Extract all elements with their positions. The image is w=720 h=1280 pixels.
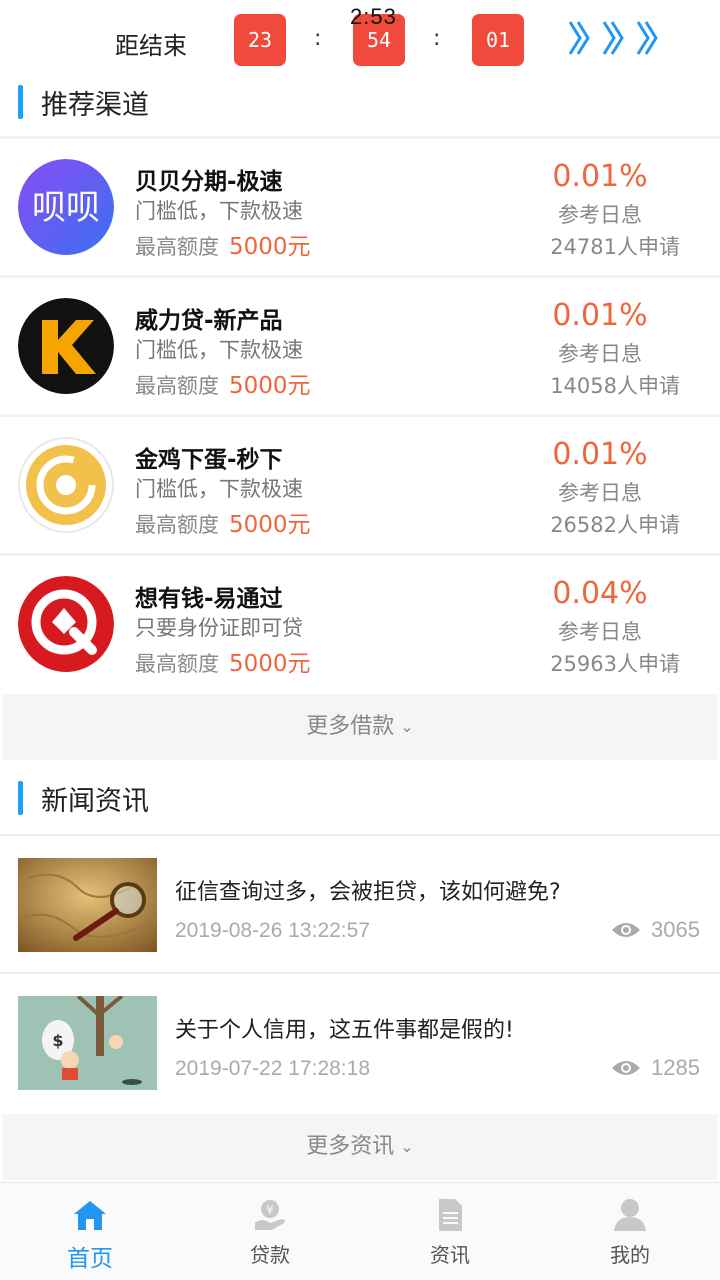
section-title-news: 新闻资讯 [0, 768, 720, 828]
channel-item[interactable]: 呗呗 贝贝分期-极速 门槛低，下款极速 最高额度 5000元 0.01% 参考日息… [0, 136, 720, 272]
channel-applies: 25963人申请 [550, 652, 680, 676]
news-views-count: 3065 [651, 917, 700, 942]
channel-limit: 最高额度 5000元 [135, 505, 311, 539]
rate-label: 参考日息 [558, 481, 642, 505]
news-title: 征信查询过多，会被拒贷，该如何避免? [175, 880, 561, 905]
news-views: 3065 [611, 917, 700, 943]
channel-rate: 0.01% [552, 437, 648, 472]
eye-icon [612, 923, 641, 937]
news-thumbnail: $ [18, 996, 157, 1090]
channel-name: 贝贝分期-极速 [135, 169, 283, 195]
user-icon [614, 1199, 646, 1231]
channel-name: 金鸡下蛋-秒下 [135, 447, 283, 473]
tab-mine[interactable]: 我的 [540, 1183, 720, 1280]
news-views-count: 1285 [651, 1055, 700, 1080]
channel-item[interactable]: 想有钱-易通过 只要身份证即可贷 最高额度 5000元 0.04% 参考日息 25… [0, 553, 720, 689]
channel-desc: 门槛低，下款极速 [135, 199, 303, 223]
chevron-down-icon: ⌄ [400, 717, 414, 736]
weilidai-logo-icon [18, 298, 114, 394]
limit-amount: 5000元 [229, 373, 311, 399]
countdown-label: 距结束 [115, 32, 187, 60]
double-chevron-right-icon [602, 21, 624, 55]
limit-amount: 5000元 [229, 651, 311, 677]
double-chevron-right-icon [568, 21, 590, 55]
channel-desc: 门槛低，下款极速 [135, 477, 303, 501]
more-loans-button[interactable]: 更多借款 ⌄ [2, 694, 718, 760]
logo-text: 呗呗 [32, 188, 100, 228]
status-time: 2:53 [350, 4, 397, 29]
news-views: 1285 [611, 1055, 700, 1081]
tab-news[interactable]: 资讯 [360, 1183, 540, 1280]
tab-home[interactable]: 首页 [0, 1183, 180, 1280]
limit-amount: 5000元 [229, 234, 311, 260]
rate-label: 参考日息 [558, 203, 642, 227]
eye-icon [612, 1061, 641, 1075]
svg-text:¥: ¥ [266, 1203, 274, 1217]
chevron-down-icon: ⌄ [400, 1137, 414, 1156]
limit-amount: 5000元 [229, 512, 311, 538]
beibei-logo-icon: 呗呗 [18, 159, 114, 255]
news-title: 关于个人信用，这五件事都是假的! [175, 1018, 514, 1043]
countdown-separator: : [314, 26, 322, 51]
channel-rate: 0.04% [552, 576, 648, 611]
channel-name: 威力贷-新产品 [135, 308, 283, 334]
limit-label: 最高额度 [135, 513, 219, 537]
channel-desc: 门槛低，下款极速 [135, 338, 303, 362]
svg-text:$: $ [52, 1031, 63, 1050]
limit-label: 最高额度 [135, 652, 219, 676]
channel-limit: 最高额度 5000元 [135, 227, 311, 261]
more-news-label: 更多资讯 [306, 1134, 395, 1159]
channel-item[interactable]: 金鸡下蛋-秒下 门槛低，下款极速 最高额度 5000元 0.01% 参考日息 26… [0, 414, 720, 550]
section-accent-bar [18, 85, 23, 119]
countdown-hours: 23 [234, 14, 286, 66]
channel-name: 想有钱-易通过 [135, 586, 283, 612]
news-thumbnail [18, 858, 157, 952]
section-title-recommend: 推荐渠道 [0, 72, 720, 132]
limit-label: 最高额度 [135, 374, 219, 398]
channel-rate: 0.01% [552, 298, 648, 333]
tab-label: 资讯 [430, 1243, 470, 1267]
tab-loan[interactable]: ¥ 贷款 [180, 1183, 360, 1280]
news-item[interactable]: 征信查询过多，会被拒贷，该如何避免? 2019-08-26 13:22:57 3… [0, 834, 720, 974]
loan-icon: ¥ [255, 1200, 285, 1230]
home-icon [74, 1201, 106, 1230]
channel-desc: 只要身份证即可贷 [135, 616, 303, 640]
tab-label: 首页 [67, 1246, 113, 1272]
channel-applies: 14058人申请 [550, 374, 680, 398]
limit-label: 最高额度 [135, 235, 219, 259]
section-accent-bar [18, 781, 23, 815]
countdown-seconds: 01 [472, 14, 524, 66]
rate-label: 参考日息 [558, 342, 642, 366]
channel-limit: 最高额度 5000元 [135, 644, 311, 678]
news-date: 2019-08-26 13:22:57 [175, 919, 370, 942]
channel-item[interactable]: 威力贷-新产品 门槛低，下款极速 最高额度 5000元 0.01% 参考日息 14… [0, 275, 720, 411]
news-date: 2019-07-22 17:28:18 [175, 1057, 370, 1080]
countdown-separator: : [433, 26, 441, 51]
forward-arrows-icon[interactable] [566, 18, 662, 58]
section-title-text: 推荐渠道 [41, 89, 149, 121]
xiangyouqian-logo-icon [18, 576, 114, 672]
document-icon [439, 1199, 462, 1231]
more-loans-label: 更多借款 [306, 714, 395, 739]
channel-applies: 26582人申请 [550, 513, 680, 537]
news-item[interactable]: $ 关于个人信用，这五件事都是假的! 2019-07-22 17:28:18 1… [0, 972, 720, 1112]
bottom-tab-bar: 首页 ¥ 贷款 资讯 我的 [0, 1182, 720, 1280]
tab-label: 贷款 [250, 1243, 290, 1267]
channel-rate: 0.01% [552, 159, 648, 194]
jinji-logo-icon [18, 437, 114, 533]
channel-applies: 24781人申请 [550, 235, 680, 259]
rate-label: 参考日息 [558, 620, 642, 644]
tab-label: 我的 [610, 1243, 650, 1267]
channel-limit: 最高额度 5000元 [135, 366, 311, 400]
double-chevron-right-icon [636, 21, 658, 55]
more-news-button[interactable]: 更多资讯 ⌄ [2, 1114, 718, 1180]
section-title-text: 新闻资讯 [41, 785, 149, 817]
